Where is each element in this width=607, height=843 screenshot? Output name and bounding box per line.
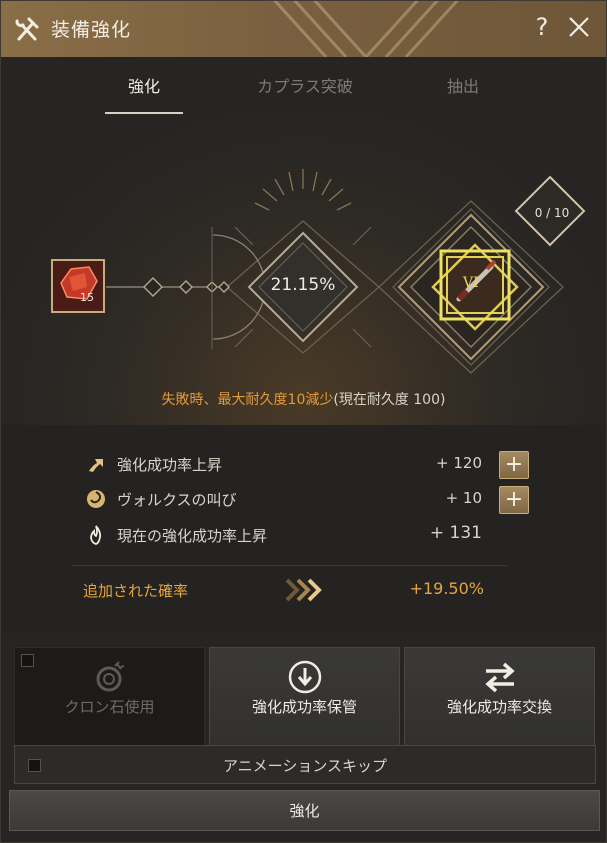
fail-note-warning: 失敗時、最大耐久度10減少 — [161, 392, 334, 408]
stat-row-success-increase: 強化成功率上昇 + 120 + — [1, 449, 606, 479]
enhance-window: 装備強化 ? 強化 カプラス突破 抽出 21.15% 15 0 / 10 VI … — [0, 0, 607, 843]
tab-extract[interactable]: 抽出 — [431, 73, 495, 97]
title-bar[interactable]: 装備強化 ? — [1, 1, 606, 57]
connector-node — [218, 281, 230, 293]
hammer-wrench-icon — [15, 17, 39, 41]
animation-skip-toggle[interactable]: アニメーションスキップ — [14, 745, 596, 784]
fail-note: 失敗時、最大耐久度10減少(現在耐久度 100) — [1, 389, 606, 409]
exchange-success-rate-label: 強化成功率交換 — [446, 698, 552, 716]
active-tab-underline — [105, 112, 183, 114]
triple-chevron-icon — [285, 578, 322, 602]
stat-label: 現在の強化成功率上昇 — [117, 527, 268, 545]
durability-counter: 0 / 10 — [534, 206, 570, 220]
stat-label: ヴォルクスの叫び — [117, 491, 237, 509]
help-button[interactable]: ? — [530, 13, 554, 41]
window-title: 装備強化 — [51, 19, 132, 41]
flame-icon — [90, 525, 102, 545]
close-icon[interactable] — [566, 13, 592, 41]
enhance-button-label: 強化 — [289, 802, 320, 820]
cron-stone-label: クロン石使用 — [64, 698, 155, 716]
enhance-hero-area: 21.15% 15 0 / 10 VI 失敗時、最大耐久度10減少(現在耐久度 … — [1, 117, 606, 425]
arrow-up-icon — [89, 459, 103, 472]
title-bar-pattern — [273, 1, 459, 57]
connector-node — [179, 280, 193, 294]
tab-bar: 強化 カプラス突破 抽出 — [1, 57, 606, 117]
added-rate-label: 追加された確率 — [83, 582, 189, 600]
light-rays — [254, 169, 352, 211]
enhance-diagram — [51, 169, 586, 374]
divider — [71, 565, 507, 566]
cron-stone-icon — [96, 661, 124, 692]
spiral-orb-icon — [87, 490, 105, 508]
fail-note-current-durability: (現在耐久度 100) — [333, 392, 446, 408]
success-rate-value: 21.15% — [270, 275, 336, 295]
grade-label: VI — [463, 275, 479, 291]
stat-value: + 131 — [429, 523, 482, 543]
download-circle-icon — [288, 660, 321, 694]
material-count: 15 — [80, 291, 94, 304]
connector-node — [143, 277, 163, 297]
add-success-rate-button[interactable]: + — [499, 451, 529, 479]
tab-caphras-breakthrough[interactable]: カプラス突破 — [243, 73, 367, 97]
enhance-button[interactable]: 強化 — [9, 790, 600, 831]
stat-row-current-total: 現在の強化成功率上昇 + 131 — [1, 520, 606, 550]
tab-enhance[interactable]: 強化 — [105, 73, 183, 97]
stat-label: 強化成功率上昇 — [117, 456, 223, 474]
stat-row-valks-cry: ヴォルクスの叫び + 10 + — [1, 484, 606, 514]
added-rate-value: +19.50% — [409, 579, 484, 598]
store-success-rate-label: 強化成功率保管 — [251, 698, 357, 716]
animation-skip-label: アニメーションスキップ — [222, 757, 388, 775]
swap-arrows-icon — [484, 662, 515, 693]
cron-stone-checkbox[interactable] — [21, 654, 34, 667]
stat-value: + 10 — [445, 489, 482, 507]
stat-value: + 120 — [436, 454, 482, 472]
add-valks-cry-button[interactable]: + — [499, 486, 529, 514]
